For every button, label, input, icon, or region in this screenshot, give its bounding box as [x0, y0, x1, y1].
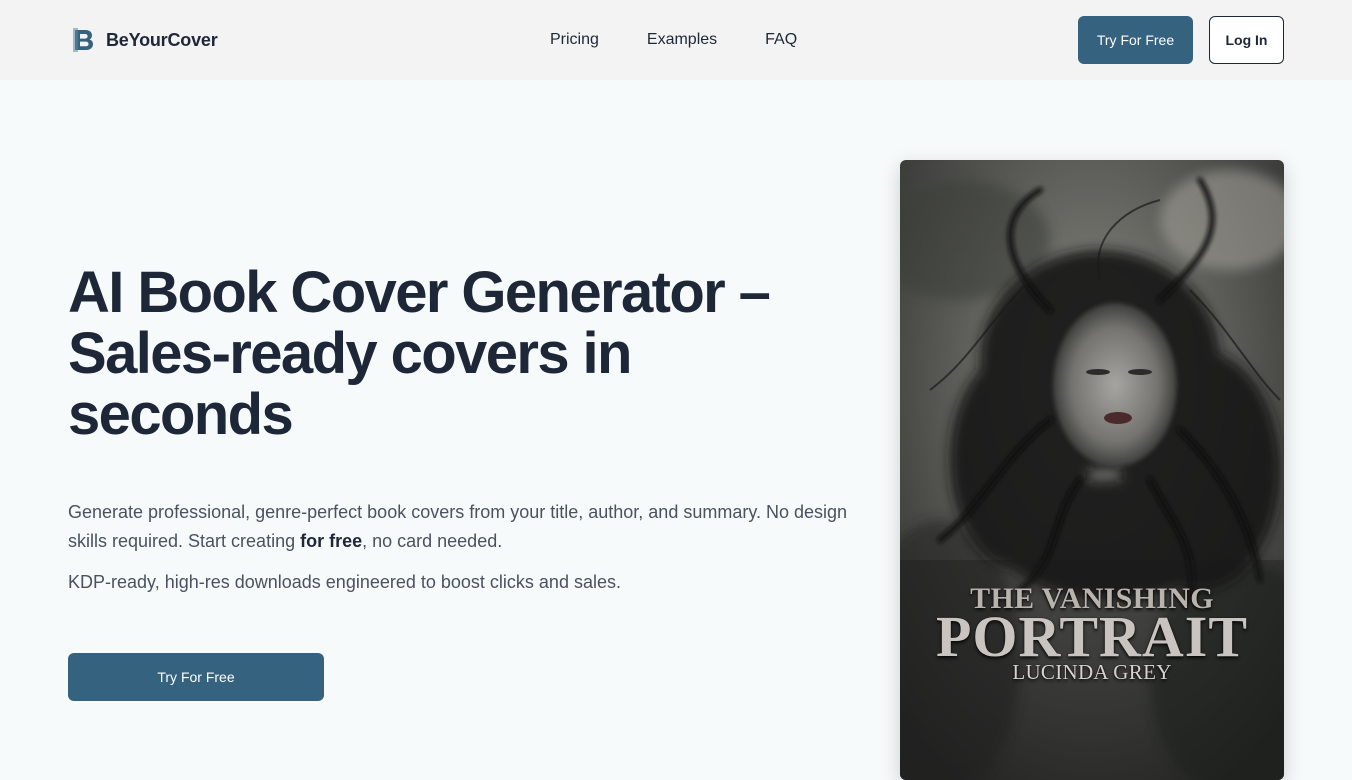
nav-examples[interactable]: Examples — [647, 29, 717, 51]
hero-desc-bold: for free — [300, 531, 363, 551]
hero-title: AI Book Cover Generator – Sales-ready co… — [68, 260, 771, 447]
hero-subtext: KDP-ready, high-res downloads engineered… — [68, 572, 621, 592]
hero-desc-tail: , no card needed. — [362, 531, 503, 551]
login-button[interactable]: Log In — [1209, 16, 1284, 64]
nav-faq[interactable]: FAQ — [765, 29, 797, 51]
site-header: BeYourCover Pricing Examples FAQ Try For… — [0, 0, 1352, 80]
nav-pricing[interactable]: Pricing — [550, 29, 599, 51]
hero-description: Generate professional, genre-perfect boo… — [68, 498, 848, 556]
brand-logo-link[interactable]: BeYourCover — [72, 27, 218, 53]
main-nav: Pricing Examples FAQ — [550, 29, 797, 51]
cover-title-line2: PORTRAIT — [935, 604, 1249, 669]
b-letter-icon — [73, 28, 93, 52]
header-try-free-button[interactable]: Try For Free — [1078, 16, 1193, 64]
book-cover-example: THE VANISHING PORTRAIT LUCINDA GREY — [900, 160, 1284, 780]
hero-try-free-button[interactable]: Try For Free — [68, 653, 324, 701]
brand-name: BeYourCover — [106, 29, 218, 50]
cover-author: LUCINDA GREY — [1012, 660, 1172, 684]
cover-artwork — [900, 160, 1284, 780]
